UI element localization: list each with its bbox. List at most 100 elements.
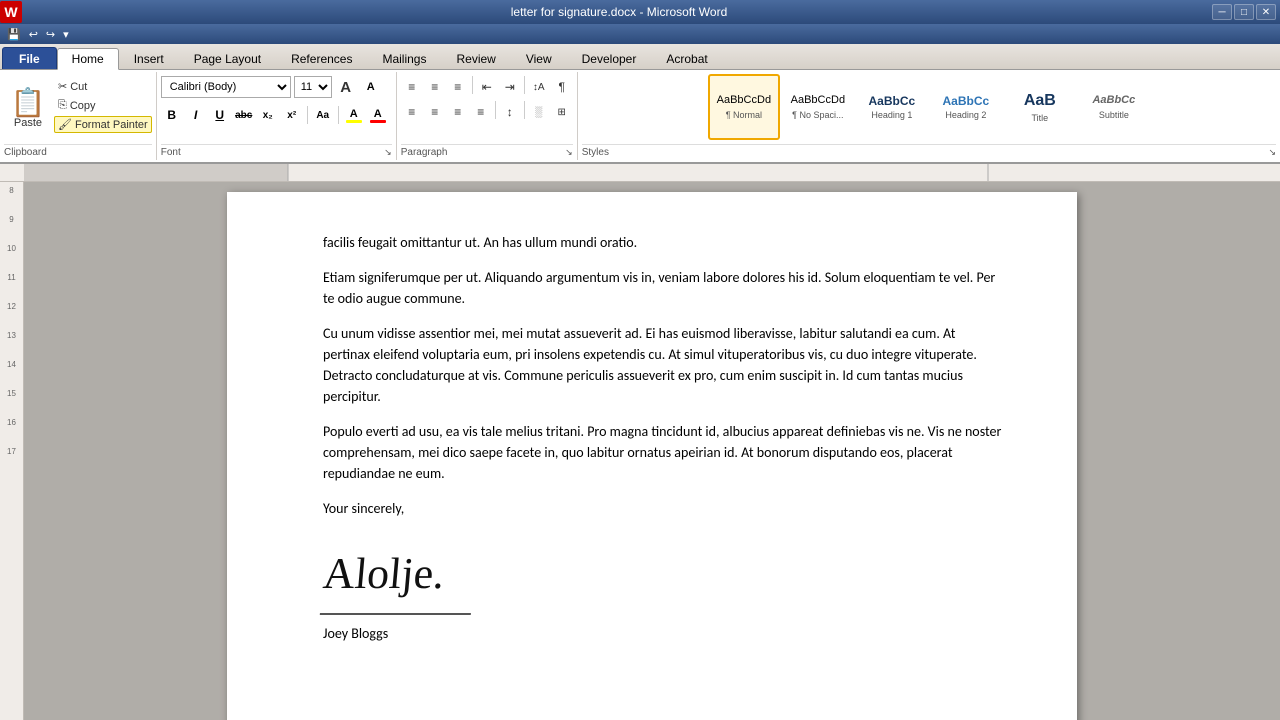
redo-quick-btn[interactable]: ↪ [43, 27, 58, 42]
shading-button[interactable]: ░ [528, 101, 550, 123]
text-highlight-button[interactable]: A [343, 104, 365, 126]
document[interactable]: facilis feugait omittantur ut. An has ul… [227, 192, 1077, 720]
ruler-marker: 8 [9, 186, 13, 195]
paste-icon: 📋 [11, 89, 46, 117]
paragraph-4: Populo everti ad usu, ea vis tale melius… [323, 421, 1005, 484]
font-color-button[interactable]: A [367, 104, 389, 126]
divider4 [524, 101, 525, 119]
word-icon: W [0, 1, 22, 23]
title-bar: W letter for signature.docx - Microsoft … [0, 0, 1280, 24]
paragraph-group: ≡ ≡ ≡ ⇤ ⇥ ↕A ¶ ≡ ≡ ≡ ≡ ↕ ░ ⊞ [397, 72, 578, 160]
borders-button[interactable]: ⊞ [551, 101, 573, 123]
divider [307, 106, 308, 124]
style-normal[interactable]: AaBbCcDd ¶ Normal [708, 74, 780, 140]
italic-button[interactable]: I [185, 104, 207, 126]
signature-section: Alolje. Joey Bloggs [323, 533, 1005, 644]
subscript-button[interactable]: x₂ [257, 104, 279, 126]
format-painter-label: Format Painter [75, 119, 148, 131]
paragraph-row2: ≡ ≡ ≡ ≡ ↕ ░ ⊞ [401, 101, 573, 123]
more-quick-btn[interactable]: ▾ [60, 27, 72, 42]
styles-expand-icon[interactable]: ↘ [1268, 147, 1276, 158]
font-format-row: B I U abc x₂ x² Aa A A [161, 104, 392, 126]
style-no-spacing-preview: AaBbCcDd [791, 94, 845, 107]
copy-icon: ⎘ [58, 99, 67, 112]
style-heading2[interactable]: AaBbCc Heading 2 [930, 74, 1002, 140]
copy-button[interactable]: ⎘ Copy [54, 97, 152, 114]
paragraph-2: Etiam signiferumque per ut. Aliquando ar… [323, 267, 1005, 309]
line-spacing-button[interactable]: ↕ [499, 101, 521, 123]
divider2 [338, 106, 339, 124]
paragraph-4-text: Populo everti ad usu, ea vis tale melius… [323, 423, 1001, 482]
style-title[interactable]: AaB Title [1004, 74, 1076, 140]
font-color [370, 120, 386, 123]
font-size-selector[interactable]: 11 [294, 76, 332, 98]
tab-file[interactable]: File [2, 47, 57, 69]
justify-button[interactable]: ≡ [470, 101, 492, 123]
maximize-button[interactable]: □ [1234, 4, 1254, 20]
font-group-label: Font ↘ [161, 144, 392, 160]
copy-label: Copy [70, 100, 96, 112]
clipboard-group-label: Clipboard [4, 144, 152, 160]
style-no-spacing[interactable]: AaBbCcDd ¶ No Spaci... [782, 74, 854, 140]
paragraph-1: facilis feugait omittantur ut. An has ul… [323, 232, 1005, 253]
change-case-button[interactable]: Aa [312, 104, 334, 126]
save-quick-btn[interactable]: 💾 [4, 27, 24, 42]
underline-button[interactable]: U [209, 104, 231, 126]
strikethrough-button[interactable]: abc [233, 104, 255, 126]
style-normal-label: ¶ Normal [726, 110, 762, 120]
cut-button[interactable]: ✂ Cut [54, 78, 152, 95]
minimize-button[interactable]: ─ [1212, 4, 1232, 20]
tab-mailings[interactable]: Mailings [367, 47, 441, 69]
tab-review[interactable]: Review [441, 47, 510, 69]
highlight-color [346, 120, 362, 123]
document-area[interactable]: facilis feugait omittantur ut. An has ul… [24, 182, 1280, 720]
main-area: 8 9 10 11 12 13 14 15 16 17 facilis feug… [0, 182, 1280, 720]
decrease-indent-button[interactable]: ⇤ [476, 76, 498, 98]
multilevel-button[interactable]: ≡ [447, 76, 469, 98]
horizontal-ruler [0, 164, 1280, 182]
paste-button[interactable]: 📋 Paste [4, 76, 52, 142]
close-button[interactable]: ✕ [1256, 4, 1276, 20]
style-heading1[interactable]: AaBbCc Heading 1 [856, 74, 928, 140]
superscript-button[interactable]: x² [281, 104, 303, 126]
cut-label: Cut [70, 81, 87, 93]
style-heading1-preview: AaBbCc [869, 94, 916, 108]
tab-home[interactable]: Home [57, 48, 119, 70]
font-selectors: Calibri (Body) 11 A A [161, 76, 392, 98]
font-group: Calibri (Body) 11 A A B I U abc x₂ x² Aa [157, 72, 397, 160]
bold-button[interactable]: B [161, 104, 183, 126]
tab-developer[interactable]: Developer [567, 47, 652, 69]
font-name-selector[interactable]: Calibri (Body) [161, 76, 291, 98]
align-right-button[interactable]: ≡ [447, 101, 469, 123]
clipboard-group: 📋 Paste ✂ Cut ⎘ Copy 🖌 Format Painter [0, 72, 157, 160]
tab-view[interactable]: View [511, 47, 567, 69]
closing-text: Your sincerely, [323, 500, 404, 517]
clipboard-small-buttons: ✂ Cut ⎘ Copy 🖌 Format Painter [54, 78, 152, 133]
format-painter-button[interactable]: 🖌 Format Painter [54, 116, 152, 133]
style-subtitle[interactable]: AaBbCc Subtitle [1078, 74, 1150, 140]
align-left-button[interactable]: ≡ [401, 101, 423, 123]
increase-indent-button[interactable]: ⇥ [499, 76, 521, 98]
bullets-button[interactable]: ≡ [401, 76, 423, 98]
paragraph-expand-icon[interactable]: ↘ [565, 147, 573, 158]
style-subtitle-label: Subtitle [1099, 110, 1129, 120]
tab-acrobat[interactable]: Acrobat [651, 47, 722, 69]
sort-button[interactable]: ↕A [528, 76, 550, 98]
undo-quick-btn[interactable]: ↩ [26, 27, 41, 42]
ruler-scale [24, 164, 1280, 181]
numbering-button[interactable]: ≡ [424, 76, 446, 98]
style-normal-preview: AaBbCcDd [717, 94, 771, 107]
style-heading1-label: Heading 1 [871, 110, 912, 120]
tab-references[interactable]: References [276, 47, 367, 69]
align-center-button[interactable]: ≡ [424, 101, 446, 123]
paste-label: Paste [14, 117, 42, 129]
style-no-spacing-label: ¶ No Spaci... [792, 110, 843, 120]
styles-group-label: Styles ↘ [582, 144, 1276, 160]
window-controls: ─ □ ✕ [1212, 4, 1280, 20]
font-expand-icon[interactable]: ↘ [384, 147, 392, 158]
font-grow-button[interactable]: A [335, 76, 357, 98]
show-marks-button[interactable]: ¶ [551, 76, 573, 98]
tab-page-layout[interactable]: Page Layout [179, 47, 276, 69]
font-shrink-button[interactable]: A [360, 76, 382, 98]
tab-insert[interactable]: Insert [119, 47, 179, 69]
